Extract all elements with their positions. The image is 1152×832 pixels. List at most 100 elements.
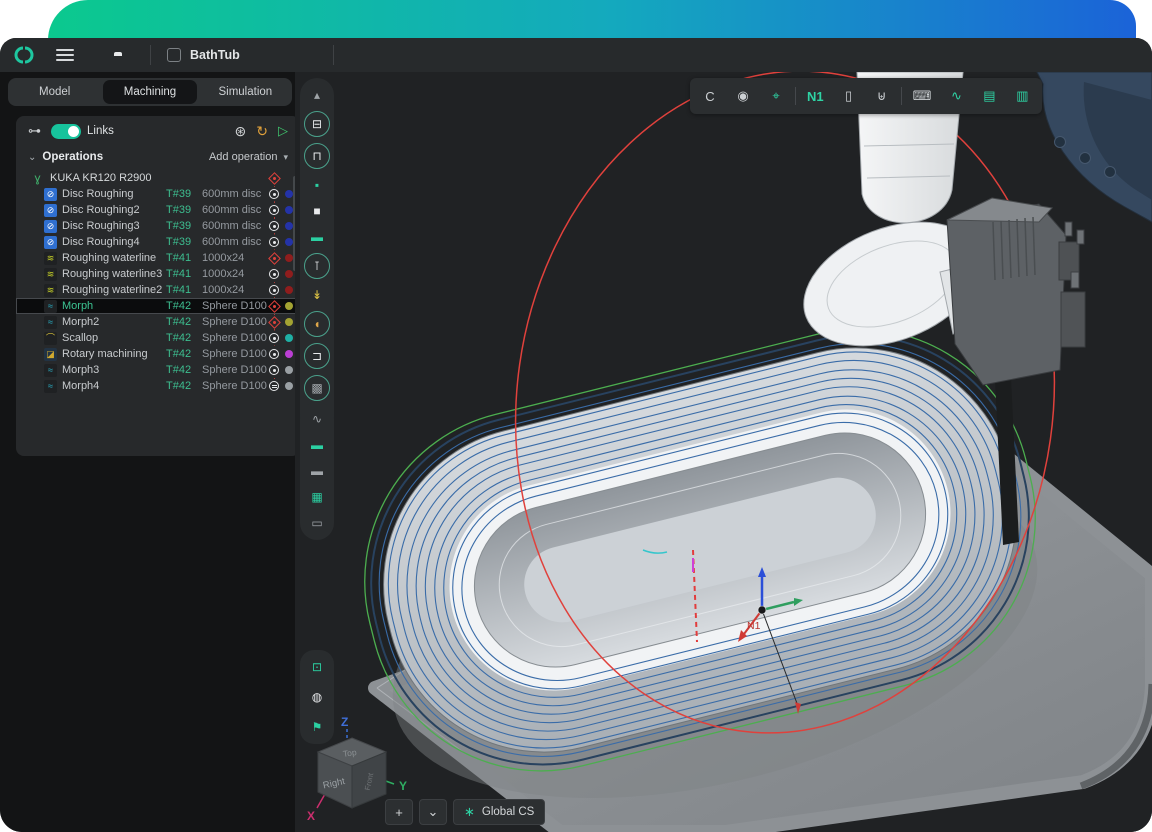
control-panel-icon[interactable]: ⌨ <box>913 88 932 104</box>
workpiece-icon[interactable]: ▯ <box>841 88 857 104</box>
caret-down-icon[interactable]: ▾ <box>283 152 288 163</box>
holder-icon[interactable]: ◖ <box>304 311 330 337</box>
tab-model[interactable]: Model <box>8 78 101 106</box>
menu-icon[interactable] <box>56 49 74 61</box>
status-icon[interactable] <box>267 203 281 217</box>
color-dot[interactable] <box>285 174 293 182</box>
operation-name: Disc Roughing3 <box>62 220 166 232</box>
status-icon[interactable] <box>267 251 281 265</box>
tool-description: 1000x24 <box>202 284 274 296</box>
nc-block-button[interactable]: N1 <box>807 89 824 104</box>
scene-3d[interactable]: N1 Z Y X Top Right Front <box>295 72 1152 832</box>
press-icon[interactable]: ▬ <box>305 227 329 247</box>
fit-view-icon[interactable]: ⊡ <box>305 657 329 677</box>
shaded-view-icon[interactable]: ◍ <box>305 687 329 707</box>
workpiece-icon[interactable]: ■ <box>305 201 329 221</box>
color-dot[interactable] <box>285 366 293 374</box>
color-dot[interactable] <box>285 334 293 342</box>
color-dot[interactable] <box>285 302 293 310</box>
color-dot[interactable] <box>285 318 293 326</box>
display-strip-middle: ∿ ▬ ▬ ▦ ▭ <box>300 402 334 540</box>
tool-small-icon[interactable]: ▪ <box>305 175 329 195</box>
operation-row[interactable]: ⊘ Disc Roughing T#39 600mm disc <box>16 186 300 202</box>
curve-icon[interactable]: ∿ <box>305 409 329 429</box>
operation-row[interactable]: ≋ Roughing waterline2 T#41 1000x24 <box>16 282 300 298</box>
settings-gear-icon[interactable]: ⊛ <box>235 123 247 140</box>
viewport-3d[interactable]: N1 Z Y X Top Right Front <box>295 72 1152 832</box>
operation-row[interactable]: ≋ Roughing waterline T#41 1000x24 <box>16 250 300 266</box>
color-dot[interactable] <box>285 286 293 294</box>
operation-row[interactable]: ≈ Morph4 T#42 Sphere D100 <box>16 378 300 394</box>
axis-x-label: X <box>307 809 315 823</box>
status-icon[interactable] <box>267 187 281 201</box>
operation-row[interactable]: ◪ Rotary machining T#42 Sphere D100 <box>16 346 300 362</box>
add-operation-button[interactable]: Add operation <box>209 151 278 163</box>
tool-number: T#41 <box>166 268 202 280</box>
status-icon[interactable] <box>267 219 281 233</box>
document-tab[interactable]: BathTub <box>167 48 317 62</box>
machine-head-icon[interactable]: C <box>702 89 718 104</box>
add-cs-button[interactable]: + <box>385 799 413 825</box>
color-dot[interactable] <box>285 350 293 358</box>
status-icon[interactable] <box>267 171 281 185</box>
operation-type-icon: ɣ <box>31 172 44 185</box>
operation-row[interactable]: ⌒ Scallop T#42 Sphere D100 <box>16 330 300 346</box>
status-icon[interactable] <box>267 331 281 345</box>
mesh-icon[interactable]: ▩ <box>304 375 330 401</box>
color-dot[interactable] <box>285 190 293 198</box>
stock-icon[interactable]: ▤ <box>981 88 997 104</box>
frame-icon[interactable]: ⊐ <box>304 343 330 369</box>
cs-dropdown-button[interactable]: ⌄ <box>419 799 447 825</box>
operations-panel: ⊶ Links ⊛ ↻ ▷ ⌄ Operations Add operation… <box>16 116 300 456</box>
tool-holder-icon[interactable]: ⊓ <box>304 143 330 169</box>
tab-simulation[interactable]: Simulation <box>199 78 292 106</box>
color-dot[interactable] <box>285 254 293 262</box>
tab-machining[interactable]: Machining <box>103 80 196 104</box>
flag-icon[interactable]: ⚑ <box>305 717 329 737</box>
color-dot[interactable] <box>285 206 293 214</box>
surface-point-icon[interactable]: ▭ <box>305 513 329 533</box>
links-toggle[interactable] <box>51 124 81 139</box>
links-graph-icon[interactable]: ⊶ <box>28 123 41 139</box>
run-icon[interactable]: ▷ <box>278 123 288 139</box>
status-icon[interactable] <box>267 347 281 361</box>
status-icon[interactable] <box>267 299 281 313</box>
toolbar-separator[interactable] <box>901 87 902 105</box>
status-icon[interactable] <box>267 363 281 377</box>
machine-icon[interactable]: ⊟ <box>304 111 330 137</box>
operation-row[interactable]: ≈ Morph T#42 Sphere D100 <box>16 298 300 314</box>
tool-assembly-icon[interactable]: ⊎ <box>874 88 890 104</box>
operation-row[interactable]: ≋ Roughing waterline3 T#41 1000x24 <box>16 266 300 282</box>
status-icon[interactable] <box>267 283 281 297</box>
tool-description: 600mm disc <box>202 188 274 200</box>
color-dot[interactable] <box>285 222 293 230</box>
toolbar-separator[interactable] <box>795 87 796 105</box>
n1-label: N1 <box>747 620 761 632</box>
recalculate-icon[interactable]: ↻ <box>256 123 268 140</box>
operation-row[interactable]: ≈ Morph2 T#42 Sphere D100 <box>16 314 300 330</box>
operation-row[interactable]: ⊘ Disc Roughing3 T#39 600mm disc <box>16 218 300 234</box>
operation-row[interactable]: ≈ Morph3 T#42 Sphere D100 <box>16 362 300 378</box>
status-icon[interactable] <box>267 235 281 249</box>
mesh-surface-icon[interactable]: ▦ <box>305 487 329 507</box>
screwdriver-icon[interactable]: ⊺ <box>304 253 330 279</box>
diagnostics-icon[interactable]: ∿ <box>948 88 964 104</box>
collapse-button[interactable]: ▴ <box>305 85 329 105</box>
surface-gray-icon[interactable]: ▬ <box>305 461 329 481</box>
color-dot[interactable] <box>285 382 293 390</box>
surface-teal-icon[interactable]: ▬ <box>305 435 329 455</box>
statistics-icon[interactable]: ▥ <box>1014 88 1030 104</box>
drill-icon[interactable]: ↡ <box>305 285 329 305</box>
caliper-icon[interactable]: ⌖ <box>768 88 784 104</box>
operation-row[interactable]: ɣ KUKA KR120 R2900 <box>16 170 300 186</box>
status-icon[interactable] <box>267 315 281 329</box>
chevron-down-icon[interactable]: ⌄ <box>28 152 36 163</box>
status-icon[interactable] <box>267 379 281 393</box>
color-dot[interactable] <box>285 270 293 278</box>
operation-row[interactable]: ⊘ Disc Roughing4 T#39 600mm disc <box>16 234 300 250</box>
global-cs-button[interactable]: ∗ Global CS <box>453 799 545 825</box>
status-icon[interactable] <box>267 267 281 281</box>
probe-icon[interactable]: ◉ <box>735 88 751 104</box>
color-dot[interactable] <box>285 238 293 246</box>
operation-row[interactable]: ⊘ Disc Roughing2 T#39 600mm disc <box>16 202 300 218</box>
